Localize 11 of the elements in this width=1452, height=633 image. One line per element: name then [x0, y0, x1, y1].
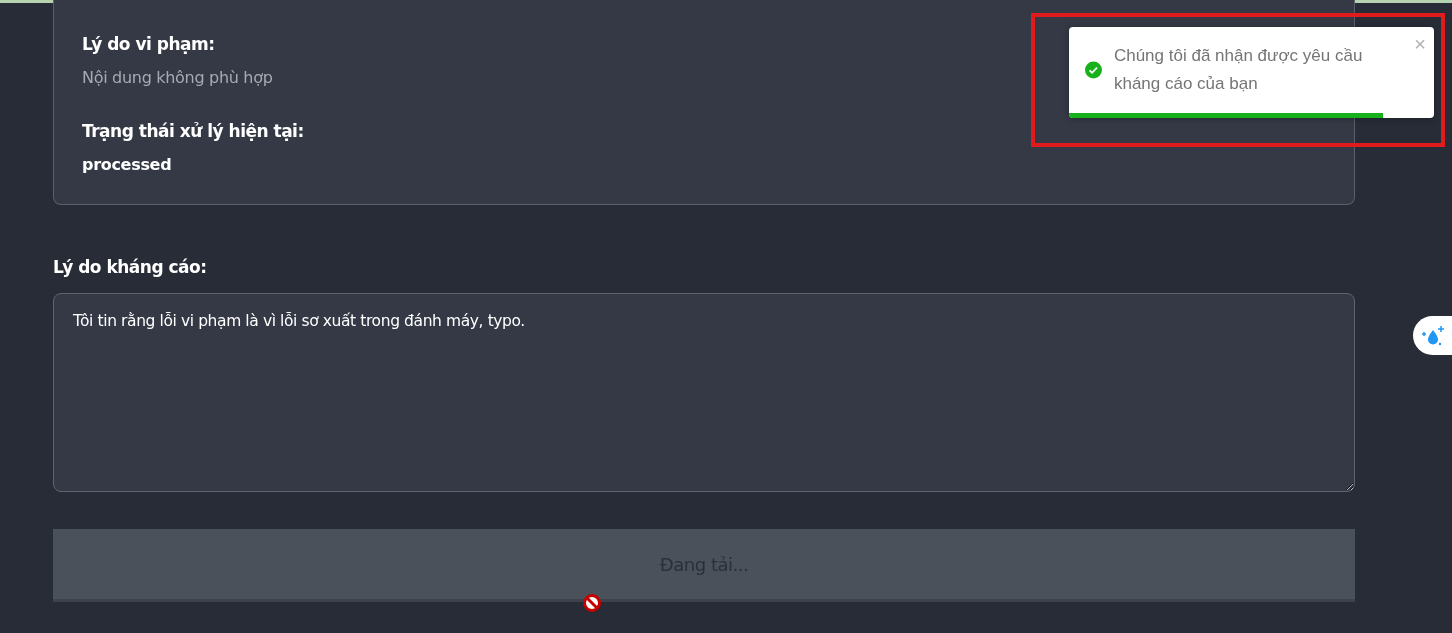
droplet-sparkle-icon [1419, 324, 1446, 347]
appeal-label: Lý do kháng cáo: [53, 257, 208, 277]
close-button[interactable]: × [1414, 35, 1426, 53]
field-label: Trạng thái xử lý hiện tại: [82, 121, 304, 141]
appeal-textarea[interactable]: Tôi tin rằng lỗi vi phạm là vì lỗi sơ xuất trong đánh máy, typo. [53, 293, 1355, 492]
field-label: Lý do vi phạm: [82, 34, 215, 54]
widget-tab[interactable] [1413, 316, 1452, 355]
field-value: Nội dung không phù hợp [82, 68, 273, 87]
not-allowed-cursor-icon [583, 594, 601, 612]
toast-message: Chúng tôi đã nhận được yêu cầu kháng cáo của bạn [1113, 44, 1364, 95]
field-value: processed [82, 155, 172, 174]
